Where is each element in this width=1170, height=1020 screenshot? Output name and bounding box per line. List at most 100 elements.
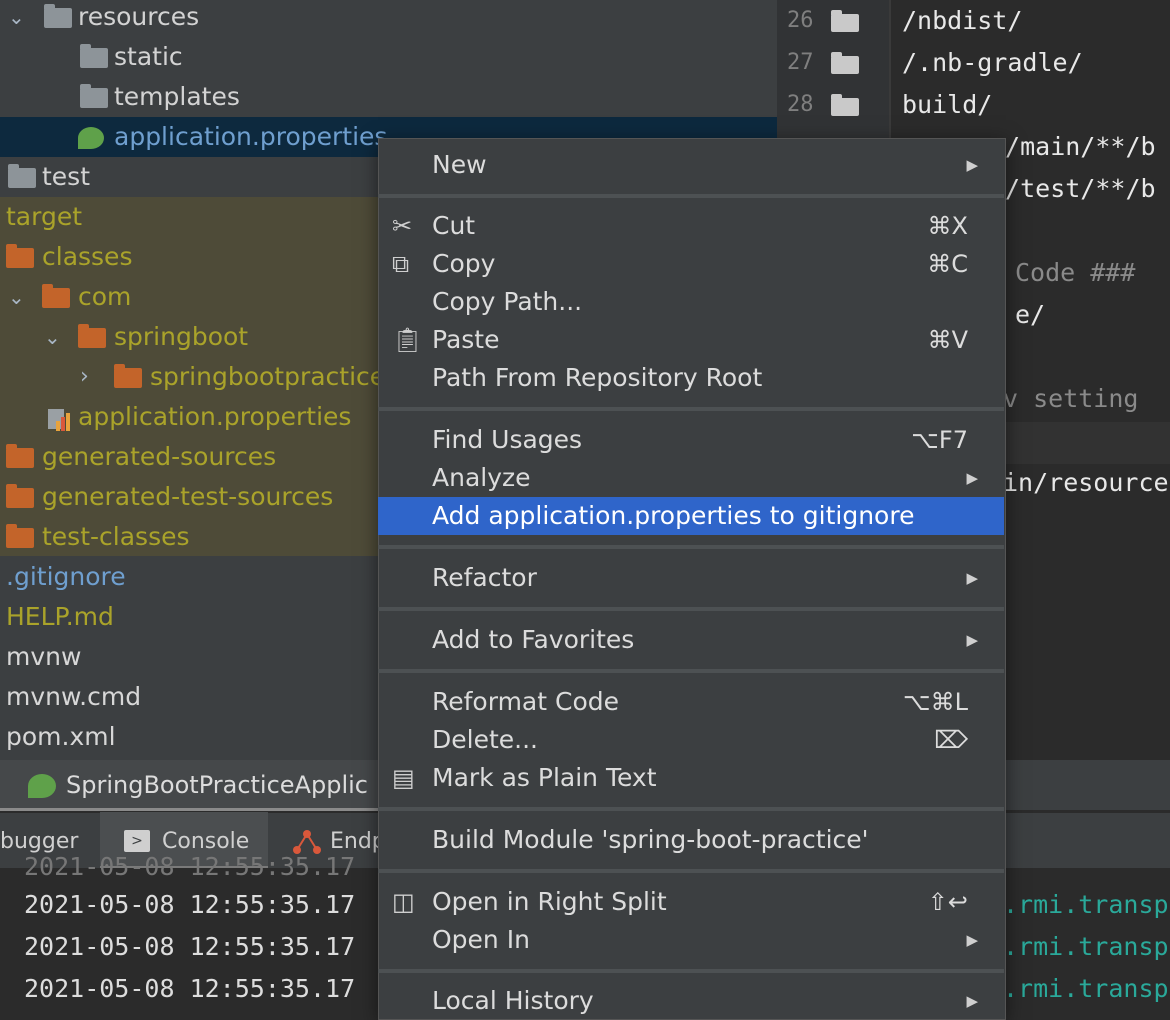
- submenu-arrow-icon: ▶: [966, 469, 978, 487]
- tree-label: test-classes: [42, 522, 190, 551]
- tree-label: HELP.md: [6, 602, 114, 631]
- tree-label: mvnw.cmd: [6, 682, 142, 711]
- excluded-folder-icon: [114, 364, 142, 388]
- menu-item-mark-as-plain-text[interactable]: ▤ Mark as Plain Text: [378, 759, 1004, 797]
- menu-item-add-to-gitignore[interactable]: Add application.properties to gitignore: [378, 497, 1004, 535]
- console-line-right: .rmi.transp: [1003, 932, 1169, 961]
- tree-label: test: [42, 162, 91, 191]
- run-config-tab[interactable]: SpringBootPracticeApplic: [0, 760, 378, 811]
- submenu-arrow-icon: ▶: [966, 992, 978, 1010]
- tree-label: target: [6, 202, 83, 231]
- chevron-down-icon[interactable]: ⌄: [8, 277, 25, 317]
- chevron-down-icon[interactable]: ⌄: [8, 0, 25, 37]
- plain-text-icon: ▤: [392, 764, 415, 792]
- menu-item-build-module[interactable]: Build Module 'spring-boot-practice': [378, 821, 1004, 859]
- menu-label: Find Usages: [432, 425, 583, 454]
- delete-key-icon: ⌦: [934, 726, 968, 754]
- paste-icon: 📋︎: [392, 326, 423, 354]
- menu-item-paste[interactable]: 📋︎ Paste ⌘V: [378, 321, 1004, 359]
- console-line-right: .rmi.transp: [1003, 890, 1169, 919]
- code-comment[interactable]: Code ###: [1015, 258, 1135, 287]
- excluded-folder-icon: [6, 244, 34, 268]
- folder-icon: [831, 10, 859, 32]
- excluded-folder-icon: [6, 484, 34, 508]
- code-line[interactable]: c/main/**/b: [990, 132, 1156, 161]
- chevron-right-icon[interactable]: ›: [80, 357, 89, 397]
- menu-label: Mark as Plain Text: [432, 763, 657, 792]
- menu-label: Analyze: [432, 463, 531, 492]
- menu-item-delete[interactable]: Delete... ⌦: [378, 721, 1004, 759]
- tree-label: resources: [78, 2, 200, 31]
- tree-label: application.properties: [78, 402, 352, 431]
- menu-label: Paste: [432, 325, 500, 354]
- menu-shortcut: ⌘C: [927, 250, 968, 278]
- console-line-partial: 2021-05-08 12:55:35.17: [24, 852, 356, 881]
- menu-item-analyze[interactable]: Analyze ▶: [378, 459, 1004, 497]
- menu-item-add-to-favorites[interactable]: Add to Favorites ▶: [378, 621, 1004, 659]
- menu-item-cut[interactable]: ✂ Cut ⌘X: [378, 207, 1004, 245]
- menu-label: Open In: [432, 925, 530, 954]
- line-number: 27: [787, 50, 814, 75]
- cut-icon: ✂: [392, 212, 413, 240]
- menu-item-refactor[interactable]: Refactor ▶: [378, 559, 1004, 597]
- tree-label: springbootpractice: [150, 362, 386, 391]
- tree-label: com: [78, 282, 132, 311]
- code-comment[interactable]: v setting: [1003, 384, 1138, 413]
- folder-icon: [831, 94, 859, 116]
- menu-label: Refactor: [432, 563, 537, 592]
- tree-row-resources[interactable]: ⌄ resources: [0, 0, 777, 37]
- code-line[interactable]: c/test/**/b: [990, 174, 1156, 203]
- menu-separator: [378, 807, 1004, 811]
- spring-boot-icon: [28, 774, 56, 798]
- menu-separator: [378, 545, 1004, 549]
- console-line: 2021-05-08 12:55:35.17: [24, 932, 356, 961]
- tree-label: mvnw: [6, 642, 82, 671]
- excluded-folder-icon: [78, 324, 106, 348]
- menu-item-new[interactable]: New ▶: [378, 146, 1004, 184]
- menu-item-open-in[interactable]: Open In ▶: [378, 921, 1004, 959]
- menu-item-local-history[interactable]: Local History ▶: [378, 982, 1004, 1020]
- menu-item-copy[interactable]: ⧉ Copy ⌘C: [378, 245, 1004, 283]
- menu-label: Reformat Code: [432, 687, 619, 716]
- properties-file-icon: [46, 405, 70, 431]
- resources-folder-icon: [44, 4, 72, 28]
- code-line[interactable]: in/resource: [1003, 468, 1169, 497]
- code-line[interactable]: build/: [902, 90, 992, 119]
- run-config-label: SpringBootPracticeApplic: [66, 771, 368, 799]
- tree-label: templates: [114, 82, 240, 111]
- menu-label: Open in Right Split: [432, 887, 667, 916]
- tree-row-templates[interactable]: templates: [0, 77, 777, 117]
- code-line[interactable]: /nbdist/: [902, 6, 1022, 35]
- menu-label: Local History: [432, 986, 594, 1015]
- folder-icon: [80, 84, 108, 108]
- submenu-arrow-icon: ▶: [966, 569, 978, 587]
- menu-label: New: [432, 150, 487, 179]
- menu-label: Add to Favorites: [432, 625, 635, 654]
- tree-label: static: [114, 42, 183, 71]
- code-line[interactable]: /.nb-gradle/: [902, 48, 1083, 77]
- code-line[interactable]: e/: [1015, 300, 1045, 329]
- menu-item-open-in-right-split[interactable]: ◫ Open in Right Split ⇧↩: [378, 883, 1004, 921]
- menu-label: Copy Path...: [432, 287, 583, 316]
- menu-item-copy-path[interactable]: Copy Path...: [378, 283, 1004, 321]
- menu-separator: [378, 407, 1004, 411]
- menu-label: Copy: [432, 249, 496, 278]
- tree-label: generated-sources: [42, 442, 277, 471]
- excluded-folder-icon: [42, 284, 70, 308]
- line-number: 28: [787, 92, 814, 117]
- menu-item-path-from-repository-root[interactable]: Path From Repository Root: [378, 359, 1004, 397]
- excluded-folder-icon: [6, 524, 34, 548]
- tree-row-static[interactable]: static: [0, 37, 777, 77]
- console-icon: >: [124, 830, 150, 852]
- line-number: 26: [787, 8, 814, 33]
- menu-item-reformat-code[interactable]: Reformat Code ⌥⌘L: [378, 683, 1004, 721]
- menu-label: Delete...: [432, 725, 538, 754]
- menu-item-find-usages[interactable]: Find Usages ⌥F7: [378, 421, 1004, 459]
- excluded-folder-icon: [6, 444, 34, 468]
- submenu-arrow-icon: ▶: [966, 931, 978, 949]
- tree-label: generated-test-sources: [42, 482, 334, 511]
- menu-label: Add application.properties to gitignore: [432, 501, 915, 530]
- spring-leaf-icon: [78, 127, 104, 149]
- folder-icon: [80, 44, 108, 68]
- chevron-down-icon[interactable]: ⌄: [44, 317, 61, 357]
